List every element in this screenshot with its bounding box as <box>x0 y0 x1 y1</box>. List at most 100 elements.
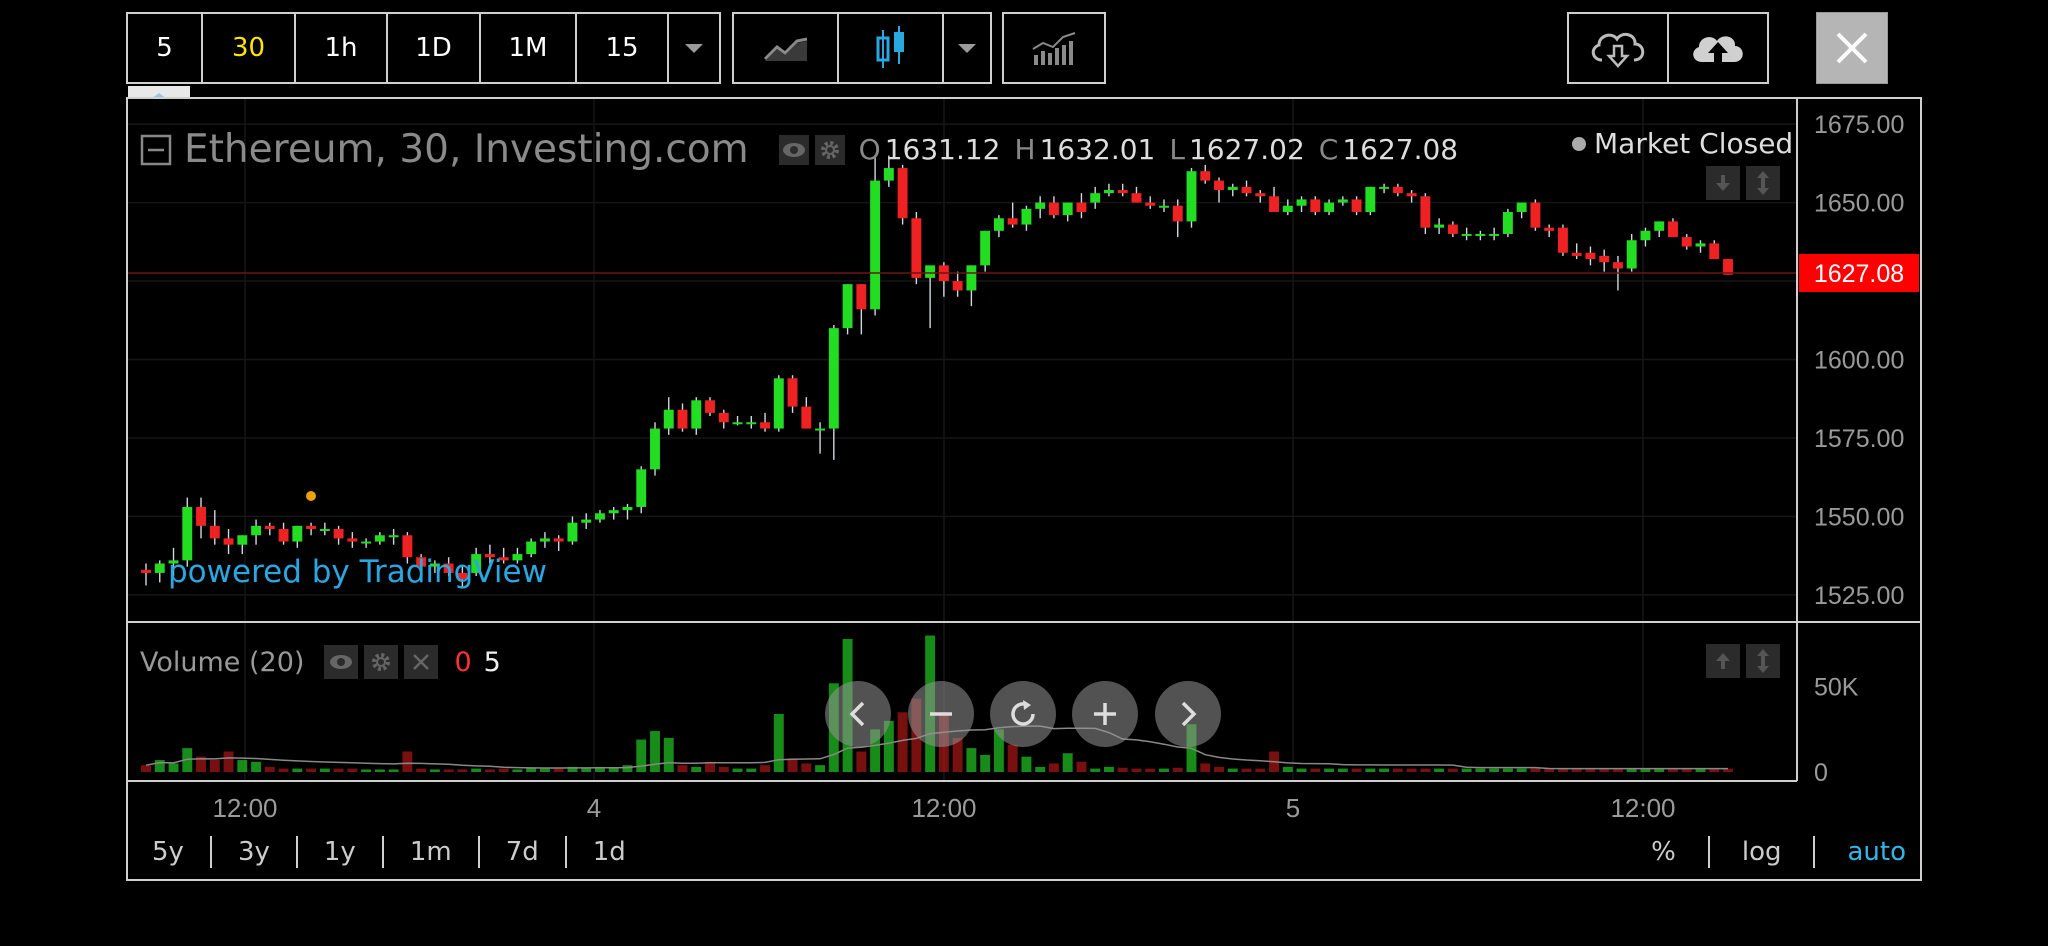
candle-body <box>1214 180 1224 191</box>
volume-bar <box>553 768 564 772</box>
volume-bar <box>1131 768 1142 772</box>
ohlc-open-value: 1631.12 <box>884 133 1001 166</box>
volume-bar <box>223 751 234 772</box>
volume-bar <box>1310 768 1321 772</box>
time-axis[interactable]: 12:00 4 12:00 5 12:00 <box>212 793 1675 823</box>
candle-body <box>1227 186 1238 191</box>
candle-body <box>567 522 578 542</box>
volume-bar <box>1502 768 1513 772</box>
volume-bar <box>388 769 399 772</box>
candle-body <box>182 507 193 561</box>
volume-settings-button[interactable] <box>364 645 399 679</box>
ohlc-high-label: H <box>1014 133 1036 166</box>
visibility-button[interactable] <box>778 134 809 165</box>
candle-body <box>1021 208 1032 225</box>
ohlc-close-label: C <box>1318 133 1339 166</box>
volume-bar <box>237 760 248 772</box>
candle-body <box>663 409 674 429</box>
volume-bar <box>374 769 385 772</box>
arrow-down-icon <box>1716 175 1730 191</box>
volume-bar <box>1048 763 1059 772</box>
volume-bar <box>1214 766 1224 772</box>
candle-body <box>1007 218 1018 225</box>
candle-body <box>1200 171 1211 181</box>
candle-body <box>760 422 770 429</box>
range-1d-button[interactable]: 1d <box>567 836 652 868</box>
collapse-icon[interactable] <box>140 134 172 166</box>
volume-bar <box>264 766 275 772</box>
scroll-left-button[interactable] <box>825 681 891 747</box>
candle-body <box>1695 243 1706 247</box>
candle-body <box>1324 202 1335 212</box>
range-1y-button[interactable]: 1y <box>298 836 384 868</box>
volume-bar <box>443 769 454 772</box>
candle-body <box>993 218 1004 231</box>
zoom-in-button[interactable] <box>1072 681 1138 747</box>
volume-bar <box>1200 763 1211 772</box>
candle-body <box>1365 186 1376 212</box>
time-tick-label: 4 <box>587 793 601 823</box>
maximize-volume-pane-button[interactable] <box>1746 644 1780 678</box>
range-7d-button[interactable]: 7d <box>480 836 567 868</box>
candle-body <box>209 525 220 539</box>
zoom-out-button[interactable] <box>908 681 974 747</box>
candle-body <box>773 378 784 429</box>
volume-bar <box>980 754 991 772</box>
candle-body <box>154 563 165 573</box>
volume-axis: 50K 0 <box>1814 674 1859 787</box>
candle-body <box>526 541 537 555</box>
volume-bar <box>1007 744 1018 772</box>
candle-body <box>1557 227 1568 253</box>
scroll-right-button[interactable] <box>1155 681 1221 747</box>
chevron-right-icon <box>1181 701 1197 727</box>
move-down-button[interactable] <box>1706 166 1740 200</box>
range-1m-button[interactable]: 1m <box>384 836 480 868</box>
volume-remove-button[interactable] <box>404 645 439 679</box>
reset-button[interactable] <box>990 681 1056 747</box>
range-5y-button[interactable]: 5y <box>126 836 212 868</box>
candle-body <box>1035 202 1046 209</box>
candle-body <box>1172 205 1183 222</box>
volume-bar <box>1090 768 1101 772</box>
time-tick-label: 12:00 <box>1610 793 1675 823</box>
percent-scale-button[interactable]: % <box>1619 836 1710 868</box>
volume-bar <box>141 765 151 772</box>
symbol-title: Ethereum, 30, Investing.com <box>184 127 749 172</box>
candle-body <box>870 180 881 310</box>
candle-body <box>1447 224 1458 234</box>
move-up-button[interactable] <box>1706 644 1740 678</box>
log-scale-button[interactable]: log <box>1710 836 1816 868</box>
volume-tick-label: 50K <box>1814 674 1859 702</box>
event-marker[interactable] <box>306 491 316 501</box>
candle-body <box>1145 202 1156 206</box>
candle-body <box>691 400 702 429</box>
time-tick-label: 12:00 <box>212 793 277 823</box>
candle-body <box>1379 186 1390 189</box>
maximize-pane-button[interactable] <box>1746 166 1780 200</box>
candle-body <box>952 281 963 291</box>
price-axis[interactable]: 1675.001650.001625.001600.001575.001550.… <box>1814 111 1904 610</box>
volume-bar <box>1516 768 1527 772</box>
minus-icon <box>930 712 952 716</box>
candle-body <box>1599 255 1610 263</box>
auto-scale-button[interactable]: auto <box>1815 836 1922 868</box>
volume-bar <box>1076 761 1087 772</box>
volume-value-2: 5 <box>483 646 501 678</box>
volume-bar <box>1420 768 1431 772</box>
status-dot-icon <box>1572 136 1586 151</box>
candle-body <box>1392 186 1403 194</box>
ohlc-open-label: O <box>858 133 881 166</box>
volume-bar <box>773 714 784 772</box>
range-3y-button[interactable]: 3y <box>212 836 298 868</box>
settings-button[interactable] <box>814 134 845 165</box>
volume-visibility-button[interactable] <box>324 645 359 679</box>
volume-bar <box>402 751 413 772</box>
volume-bar <box>1227 768 1238 772</box>
candle-body <box>1269 196 1279 212</box>
volume-bar <box>1159 768 1169 772</box>
tradingview-watermark[interactable]: powered by TradingView <box>168 554 547 590</box>
candle-body <box>636 469 647 508</box>
candle-body <box>1186 171 1197 222</box>
candle-body <box>1351 199 1362 212</box>
candle-body <box>306 525 317 529</box>
